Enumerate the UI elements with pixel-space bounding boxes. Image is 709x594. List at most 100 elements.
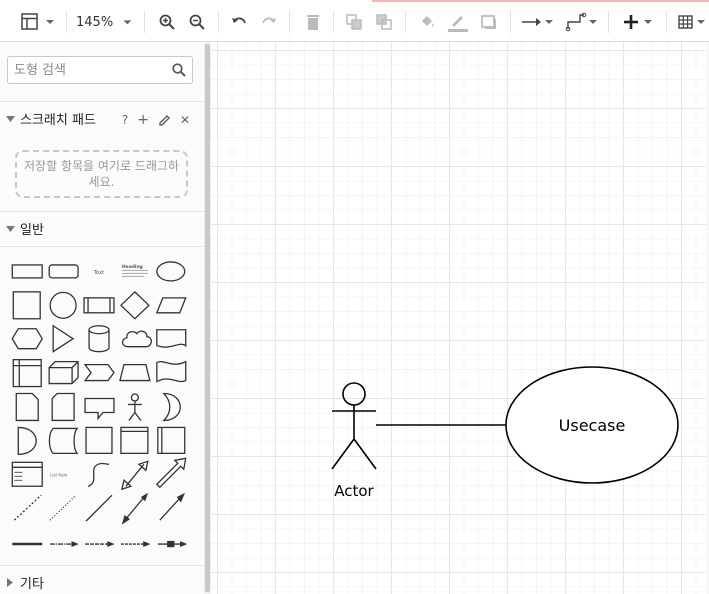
shape-hexagon[interactable]	[11, 328, 43, 350]
sidebar-scrollbar-thumb[interactable]	[205, 44, 210, 592]
scratchpad-header[interactable]: 스크래치 패드 ? + ✕	[0, 101, 204, 135]
toolbar-separator	[144, 11, 145, 33]
actor-label[interactable]: Actor	[334, 482, 374, 500]
shape-cloud[interactable]	[121, 330, 152, 348]
undo-icon	[232, 17, 246, 24]
shape-note[interactable]	[15, 392, 39, 422]
edit-pencil-icon[interactable]	[158, 114, 171, 127]
shape-cylinder[interactable]	[88, 325, 110, 353]
shape-thick-arrow[interactable]	[155, 457, 187, 489]
shape-or[interactable]	[162, 392, 181, 422]
zoom-out-icon	[189, 14, 205, 30]
shape-callout[interactable]	[84, 397, 115, 421]
shape-search-input[interactable]	[14, 61, 164, 79]
insert-button[interactable]	[620, 9, 656, 35]
scratchpad-drop-hint: 저장할 항목을 여기로 드래그하세요.	[24, 159, 179, 189]
actor-shape[interactable]	[331, 382, 377, 470]
shape-curve[interactable]	[87, 462, 110, 487]
shape-swimlane[interactable]	[157, 426, 186, 454]
shape-text[interactable]: Text	[93, 270, 104, 276]
help-icon[interactable]: ?	[122, 113, 128, 127]
shape-triangle[interactable]	[52, 324, 75, 353]
shape-square[interactable]	[12, 291, 41, 320]
table-button[interactable]	[676, 9, 706, 35]
connection-style-button[interactable]	[520, 9, 556, 35]
zoom-out-button[interactable]	[186, 9, 208, 35]
redo-icon	[262, 17, 276, 24]
to-front-button[interactable]	[343, 9, 365, 35]
shape-connector-arrow[interactable]	[85, 541, 115, 548]
shape-square-2[interactable]	[85, 426, 113, 454]
shape-cube[interactable]	[48, 360, 79, 385]
shape-dashed-arrow[interactable]	[120, 541, 151, 548]
redo-button[interactable]	[258, 9, 280, 35]
shape-parallelogram[interactable]	[155, 297, 187, 314]
shape-ellipse[interactable]	[156, 261, 186, 282]
connection-icon	[522, 18, 553, 26]
collapse-triangle-icon	[6, 226, 15, 232]
drawio-app: 145% 도형 검색 스크래치 패드 ? + ✕ 저장할 항목을 여기로 드래그…	[0, 0, 709, 594]
waypoints-icon	[565, 12, 597, 32]
search-icon[interactable]	[171, 62, 187, 78]
general-shapes-palette: Text Heading List Item	[0, 246, 204, 548]
diagram-canvas[interactable]: Actor Usecase	[211, 42, 709, 594]
shape-search[interactable]	[7, 56, 193, 84]
shape-dotted-line[interactable]	[49, 494, 77, 521]
shape-rounded-rectangle[interactable]	[48, 264, 79, 279]
add-icon[interactable]: +	[137, 112, 149, 128]
other-section-header[interactable]: 기타	[0, 565, 204, 594]
shape-rectangle[interactable]	[11, 264, 43, 279]
zoom-in-icon	[159, 14, 175, 30]
shape-card[interactable]	[51, 392, 75, 422]
shape-arrow-line[interactable]	[159, 492, 186, 521]
toolbar-separator	[218, 11, 219, 33]
shape-tape[interactable]	[156, 360, 187, 383]
shape-dashed-line[interactable]	[13, 494, 42, 521]
svg-text:Heading: Heading	[122, 264, 143, 270]
diagram-layer: Actor Usecase	[331, 366, 679, 500]
sidebar-scrollbar[interactable]	[204, 42, 211, 594]
shape-internal-storage[interactable]	[12, 358, 42, 388]
shape-double-arrow-line[interactable]	[121, 492, 149, 525]
chevron-down-icon	[123, 20, 132, 25]
shape-bidirectional-arrow[interactable]	[121, 460, 149, 491]
zoom-dropdown[interactable]: 145%	[76, 9, 134, 35]
shape-process[interactable]	[83, 297, 115, 314]
shape-and[interactable]	[17, 426, 37, 455]
toolbar: 145%	[0, 0, 709, 42]
zoom-in-button[interactable]	[156, 9, 178, 35]
expand-triangle-icon	[7, 578, 13, 587]
line-color-button[interactable]	[446, 9, 470, 35]
shape-actor[interactable]	[127, 393, 142, 421]
shape-line[interactable]	[85, 494, 113, 522]
delete-button[interactable]	[302, 9, 324, 35]
shape-list[interactable]	[11, 461, 43, 487]
shape-data-storage[interactable]	[48, 427, 79, 454]
shape-textbox-heading[interactable]: Heading	[121, 264, 148, 277]
general-section-header[interactable]: 일반	[0, 211, 204, 245]
shape-container[interactable]	[120, 426, 149, 454]
shape-trapezoid[interactable]	[119, 363, 151, 382]
page-view-button[interactable]	[18, 9, 58, 35]
close-icon[interactable]: ✕	[180, 113, 190, 127]
fill-color-button[interactable]	[416, 9, 438, 35]
shape-document[interactable]	[156, 329, 187, 348]
toolbar-separator	[289, 11, 290, 33]
shape-step[interactable]	[83, 363, 115, 382]
shape-link-arrow[interactable]	[50, 541, 79, 548]
shadow-button[interactable]	[478, 9, 500, 35]
shape-circle[interactable]	[49, 291, 77, 319]
shape-labeled-connector[interactable]	[157, 540, 188, 548]
toolbar-separator	[608, 11, 609, 33]
shadow-icon	[481, 15, 496, 29]
line-color-icon	[448, 16, 468, 32]
to-back-icon	[376, 14, 392, 30]
usecase-label[interactable]: Usecase	[559, 416, 626, 435]
fill-color-icon	[422, 16, 434, 27]
waypoints-button[interactable]	[564, 9, 600, 35]
to-back-button[interactable]	[373, 9, 395, 35]
scratchpad-drop-area[interactable]: 저장할 항목을 여기로 드래그하세요.	[15, 150, 188, 198]
shape-diamond[interactable]	[120, 290, 150, 320]
shape-list-item[interactable]: List Item	[50, 472, 67, 477]
undo-button[interactable]	[228, 9, 250, 35]
